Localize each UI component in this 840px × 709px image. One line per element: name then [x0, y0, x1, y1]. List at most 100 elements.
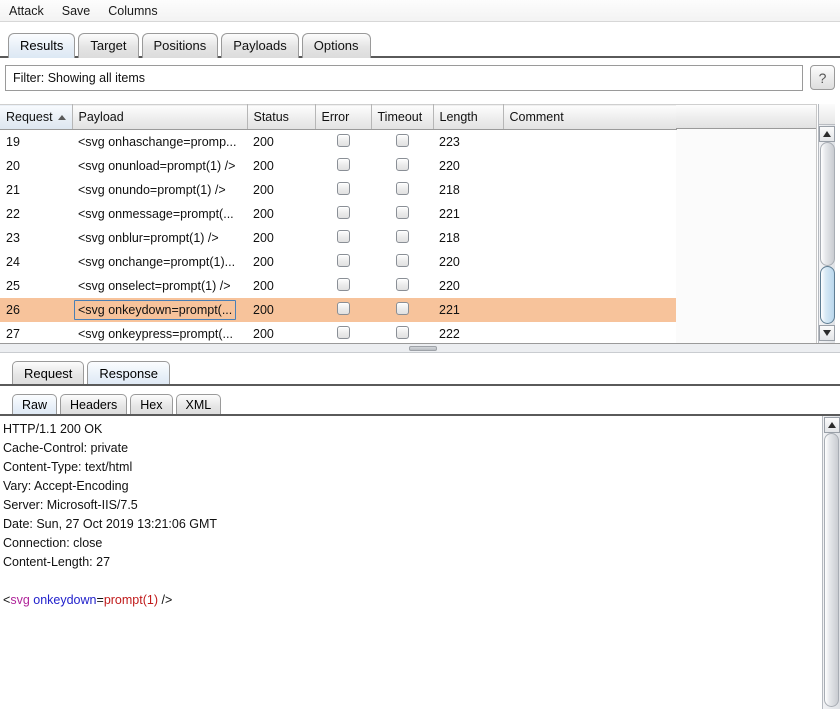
table-row[interactable]: 26 <svg onkeydown=prompt(... 200 221 — [0, 297, 676, 322]
cell-timeout[interactable] — [371, 153, 433, 178]
cell-comment[interactable] — [503, 225, 676, 250]
tab-response[interactable]: Response — [87, 361, 170, 386]
error-checkbox[interactable] — [336, 133, 350, 147]
error-checkbox[interactable] — [336, 277, 350, 291]
cell-comment[interactable] — [503, 153, 676, 178]
table-row[interactable]: 24 <svg onchange=prompt(1)... 200 220 — [0, 249, 676, 274]
cell-comment[interactable] — [503, 249, 676, 274]
help-button[interactable]: ? — [810, 65, 835, 90]
results-vertical-scrollbar[interactable] — [818, 104, 835, 343]
error-checkbox[interactable] — [336, 325, 350, 339]
cell-timeout[interactable] — [371, 249, 433, 274]
tab-results[interactable]: Results — [8, 33, 76, 58]
cell-payload[interactable]: <svg onselect=prompt(1) /> — [72, 273, 247, 298]
cell-payload[interactable]: <svg onchange=prompt(1)... — [72, 249, 247, 274]
table-row[interactable]: 23 <svg onblur=prompt(1) /> 200 218 — [0, 225, 676, 250]
cell-error[interactable] — [315, 201, 371, 226]
table-row[interactable]: 19 <svg onhaschange=promp... 200 223 — [0, 129, 676, 154]
response-scroll-up-button[interactable] — [824, 417, 840, 433]
timeout-checkbox[interactable] — [395, 301, 409, 315]
error-checkbox[interactable] — [336, 181, 350, 195]
table-row[interactable]: 20 <svg onunload=prompt(1) /> 200 220 — [0, 153, 676, 178]
response-scrollbar-track[interactable] — [824, 433, 839, 707]
cell-payload[interactable]: <svg onundo=prompt(1) /> — [72, 177, 247, 202]
tab-headers[interactable]: Headers — [60, 394, 128, 416]
response-vertical-scrollbar[interactable] — [822, 416, 840, 709]
cell-timeout[interactable] — [371, 201, 433, 226]
timeout-checkbox[interactable] — [395, 277, 409, 291]
timeout-checkbox[interactable] — [395, 229, 409, 243]
tab-positions[interactable]: Positions — [141, 33, 219, 58]
timeout-checkbox[interactable] — [395, 181, 409, 195]
cell-comment[interactable] — [503, 273, 676, 298]
cell-timeout[interactable] — [371, 129, 433, 154]
error-checkbox[interactable] — [336, 301, 350, 315]
scroll-up-button[interactable] — [819, 126, 835, 142]
scrollbar-track-upper[interactable] — [820, 142, 835, 266]
tab-payloads[interactable]: Payloads — [221, 33, 299, 58]
cell-payload[interactable]: <svg onmessage=prompt(... — [72, 201, 247, 226]
menu-attack[interactable]: Attack — [7, 3, 46, 19]
selected-cell-outline: <svg onkeydown=prompt(... — [74, 299, 237, 320]
column-header-error[interactable]: Error — [315, 104, 372, 130]
cell-payload[interactable]: <svg onblur=prompt(1) /> — [72, 225, 247, 250]
cell-error[interactable] — [315, 177, 371, 202]
column-header-comment[interactable]: Comment — [503, 104, 677, 130]
tab-raw[interactable]: Raw — [12, 394, 58, 416]
error-checkbox[interactable] — [336, 157, 350, 171]
cell-comment[interactable] — [503, 321, 676, 343]
tab-request[interactable]: Request — [12, 361, 85, 386]
menu-save[interactable]: Save — [60, 3, 93, 19]
cell-payload[interactable]: <svg onunload=prompt(1) /> — [72, 153, 247, 178]
menu-columns[interactable]: Columns — [106, 3, 159, 19]
column-header-status[interactable]: Status — [247, 104, 316, 130]
column-header-length[interactable]: Length — [433, 104, 504, 130]
cell-timeout[interactable] — [371, 225, 433, 250]
cell-error[interactable] — [315, 225, 371, 250]
cell-timeout[interactable] — [371, 321, 433, 343]
cell-comment[interactable] — [503, 177, 676, 202]
tab-hex[interactable]: Hex — [130, 394, 173, 416]
table-row[interactable]: 21 <svg onundo=prompt(1) /> 200 218 — [0, 177, 676, 202]
timeout-checkbox[interactable] — [395, 133, 409, 147]
error-checkbox[interactable] — [336, 253, 350, 267]
column-header-timeout[interactable]: Timeout — [371, 104, 434, 130]
response-body-pane[interactable]: HTTP/1.1 200 OK Cache-Control: private Con… — [0, 416, 840, 709]
timeout-checkbox[interactable] — [395, 325, 409, 339]
tab-xml[interactable]: XML — [175, 394, 222, 416]
cell-timeout[interactable] — [371, 177, 433, 202]
cell-comment[interactable] — [503, 129, 676, 154]
table-row[interactable]: 25 <svg onselect=prompt(1) /> 200 220 — [0, 273, 676, 298]
cell-error[interactable] — [315, 321, 371, 343]
error-checkbox[interactable] — [336, 205, 350, 219]
cell-error[interactable] — [315, 129, 371, 154]
cell-comment[interactable] — [503, 297, 676, 322]
timeout-checkbox[interactable] — [395, 157, 409, 171]
table-row[interactable]: 22 <svg onmessage=prompt(... 200 221 — [0, 201, 676, 226]
cell-timeout[interactable] — [371, 273, 433, 298]
response-raw-text: HTTP/1.1 200 OK Cache-Control: private Con… — [3, 420, 803, 610]
timeout-checkbox[interactable] — [395, 205, 409, 219]
cell-comment[interactable] — [503, 201, 676, 226]
scroll-down-button[interactable] — [819, 325, 835, 341]
cell-payload[interactable]: <svg onkeydown=prompt(... — [72, 297, 247, 322]
scrollbar-thumb[interactable] — [820, 266, 835, 324]
error-checkbox[interactable] — [336, 229, 350, 243]
filter-bar[interactable]: Filter: Showing all items — [5, 65, 803, 91]
cell-timeout[interactable] — [371, 297, 433, 322]
table-row[interactable]: 27 <svg onkeypress=prompt(... 200 222 — [0, 321, 676, 343]
column-header-request[interactable]: Request — [0, 104, 73, 130]
cell-error[interactable] — [315, 153, 371, 178]
column-header-payload[interactable]: Payload — [72, 104, 248, 130]
results-table-viewport[interactable]: Request Payload Status Error Timeout Len… — [0, 104, 817, 343]
horizontal-splitter[interactable] — [0, 343, 840, 353]
splitter-grip[interactable] — [409, 346, 437, 351]
cell-error[interactable] — [315, 297, 371, 322]
tab-target[interactable]: Target — [78, 33, 139, 58]
timeout-checkbox[interactable] — [395, 253, 409, 267]
cell-error[interactable] — [315, 273, 371, 298]
cell-payload[interactable]: <svg onkeypress=prompt(... — [72, 321, 247, 343]
cell-error[interactable] — [315, 249, 371, 274]
cell-payload[interactable]: <svg onhaschange=promp... — [72, 129, 247, 154]
tab-options[interactable]: Options — [301, 33, 371, 58]
